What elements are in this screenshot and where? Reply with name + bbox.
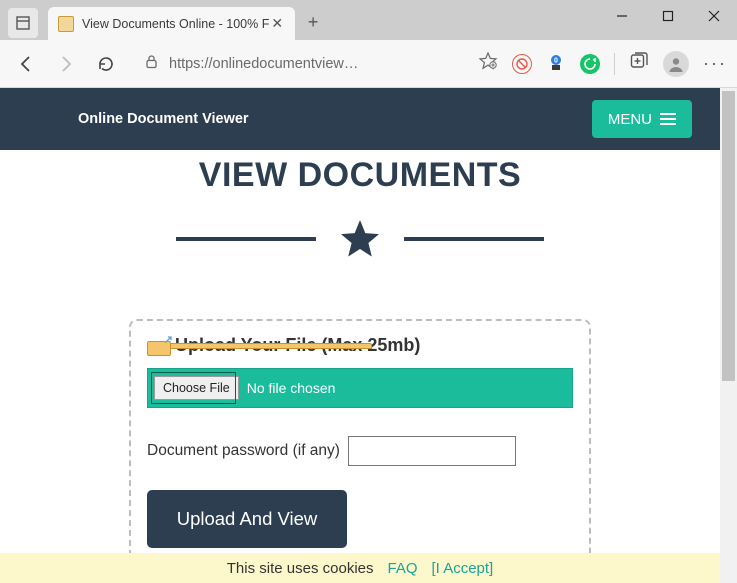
- upload-heading-row: ↗ Upload Your File (Max 25mb): [147, 335, 573, 356]
- page-title: VIEW DOCUMENTS: [0, 156, 720, 195]
- cookie-banner: This site uses cookies FAQ [I Accept]: [0, 553, 720, 583]
- favorite-icon[interactable]: [478, 51, 498, 76]
- star-icon: [338, 217, 382, 261]
- back-button[interactable]: [10, 48, 42, 80]
- cookie-text: This site uses cookies: [227, 560, 374, 577]
- window-titlebar: View Documents Online - 100% F ✕ +: [0, 0, 737, 40]
- more-menu-button[interactable]: ···: [703, 53, 727, 74]
- extension-icon[interactable]: 0: [546, 54, 566, 74]
- separator: [614, 53, 615, 75]
- site-header: Online Document Viewer MENU: [0, 88, 720, 150]
- cookie-accept-link[interactable]: [I Accept]: [432, 560, 494, 577]
- tab-actions-icon[interactable]: [8, 8, 38, 38]
- password-label: Document password (if any): [147, 442, 340, 460]
- window-maximize-button[interactable]: [645, 0, 691, 32]
- menu-label: MENU: [608, 111, 652, 128]
- reload-button[interactable]: [90, 48, 122, 80]
- extension-icon[interactable]: [580, 54, 600, 74]
- folder-icon: ↗: [147, 336, 171, 356]
- profile-avatar[interactable]: [663, 51, 689, 77]
- tab-title: View Documents Online - 100% F: [82, 17, 269, 31]
- tab-strip: View Documents Online - 100% F ✕ +: [0, 0, 329, 40]
- password-row: Document password (if any): [147, 436, 573, 466]
- hamburger-icon: [660, 113, 676, 125]
- tab-close-button[interactable]: ✕: [269, 15, 285, 32]
- file-status-text: No file chosen: [247, 380, 336, 396]
- site-brand[interactable]: Online Document Viewer: [78, 111, 249, 127]
- window-minimize-button[interactable]: [599, 0, 645, 32]
- window-close-button[interactable]: [691, 0, 737, 32]
- upload-card: ↗ Upload Your File (Max 25mb) Choose Fil…: [129, 319, 591, 570]
- address-bar[interactable]: https://onlinedocumentview…: [144, 54, 364, 73]
- lock-icon: [144, 54, 159, 73]
- extension-icon[interactable]: [512, 54, 532, 74]
- forward-button[interactable]: [50, 48, 82, 80]
- choose-file-button[interactable]: Choose File: [154, 376, 239, 400]
- cookie-faq-link[interactable]: FAQ: [388, 560, 418, 577]
- favicon-icon: [58, 16, 74, 32]
- browser-tab[interactable]: View Documents Online - 100% F ✕: [48, 7, 295, 40]
- collections-icon[interactable]: [629, 51, 649, 76]
- divider-line: [176, 237, 316, 241]
- svg-text:0: 0: [554, 57, 558, 64]
- password-input[interactable]: [348, 436, 516, 466]
- browser-toolbar: https://onlinedocumentview… 0 ···: [0, 40, 737, 88]
- upload-and-view-button[interactable]: Upload And View: [147, 490, 347, 548]
- scrollbar-track[interactable]: [720, 88, 737, 583]
- page-viewport: Online Document Viewer MENU VIEW DOCUMEN…: [0, 88, 737, 583]
- divider-line: [404, 237, 544, 241]
- scrollbar-thumb[interactable]: [722, 91, 735, 381]
- url-text: https://onlinedocumentview…: [169, 56, 358, 72]
- page-content: Online Document Viewer MENU VIEW DOCUMEN…: [0, 88, 720, 583]
- file-input-row[interactable]: Choose File No file chosen: [147, 368, 573, 408]
- window-controls: [599, 0, 737, 32]
- menu-button[interactable]: MENU: [592, 100, 692, 138]
- new-tab-button[interactable]: +: [297, 7, 329, 39]
- title-divider: [0, 217, 720, 261]
